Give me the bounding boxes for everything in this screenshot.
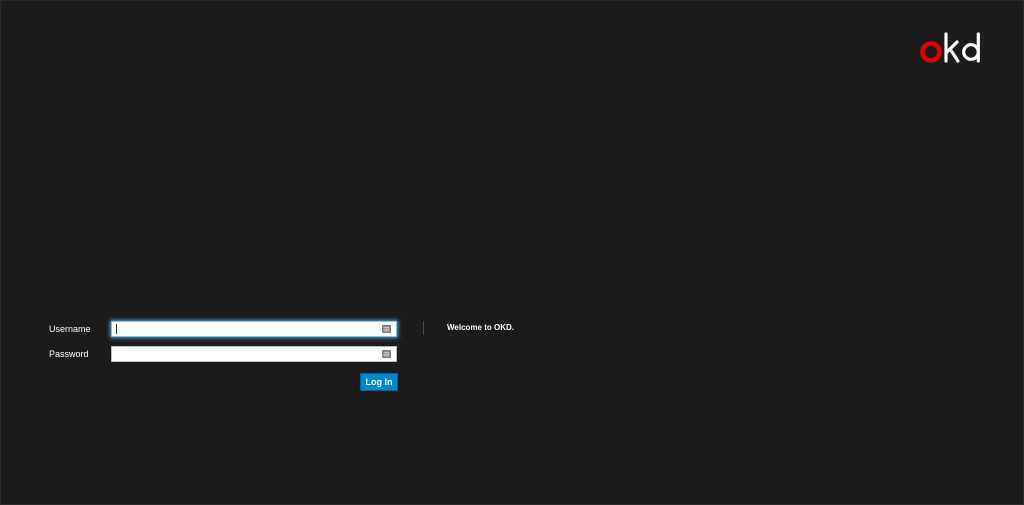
- password-row: Password: [49, 346, 399, 364]
- login-button[interactable]: Log In: [360, 373, 398, 391]
- password-label: Password: [49, 349, 89, 359]
- okd-logo: [920, 30, 986, 66]
- username-row: Username: [49, 321, 399, 339]
- vertical-divider: [423, 321, 424, 335]
- welcome-message: Welcome to OKD.: [447, 323, 514, 332]
- username-input[interactable]: [111, 321, 397, 337]
- contact-card-icon[interactable]: [382, 350, 391, 358]
- contact-card-icon[interactable]: [382, 325, 391, 333]
- username-label: Username: [49, 324, 91, 334]
- page-frame: [0, 0, 1024, 505]
- text-cursor: [116, 324, 117, 334]
- password-input[interactable]: [111, 346, 397, 362]
